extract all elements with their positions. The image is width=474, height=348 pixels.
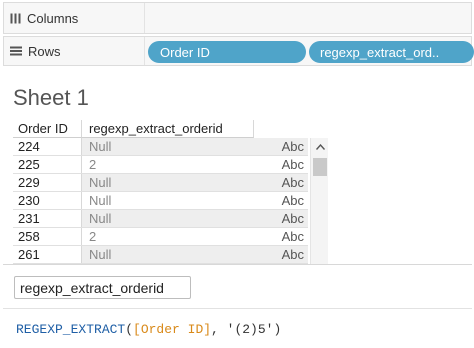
vertical-scrollbar[interactable] <box>310 138 328 264</box>
formula-function: REGEXP_EXTRACT <box>16 322 126 337</box>
extract-value-cell: 2 <box>89 229 97 244</box>
regexp-extract-pill[interactable]: regexp_extract_ord.. <box>309 41 474 63</box>
order-id-cell: 261 <box>13 246 82 263</box>
table-row[interactable]: 225 2 Abc <box>13 156 308 174</box>
order-id-pill[interactable]: Order ID <box>148 41 306 63</box>
rows-label: Rows <box>28 43 61 59</box>
divider <box>3 264 472 265</box>
column-header-regexp-extract[interactable]: regexp_extract_orderid <box>82 120 254 138</box>
divider <box>3 308 472 309</box>
table-row[interactable]: 230 Null Abc <box>13 192 308 210</box>
calc-formula-editor[interactable]: REGEXP_EXTRACT([Order ID], '(2)5') <box>16 322 281 337</box>
columns-shelf-label: Columns <box>4 3 145 33</box>
abc-cell: Abc <box>281 229 304 244</box>
columns-icon <box>10 13 21 24</box>
columns-shelf-dropzone[interactable] <box>145 3 471 33</box>
table-row[interactable]: 231 Null Abc <box>13 210 308 228</box>
formula-close-paren: ) <box>273 322 282 337</box>
table-row[interactable]: 261 Null Abc <box>13 246 308 264</box>
extract-value-cell: 2 <box>89 157 97 172</box>
columns-label: Columns <box>27 10 79 26</box>
formula-pattern-string: '(2)5' <box>226 322 274 337</box>
columns-shelf[interactable]: Columns <box>3 2 472 34</box>
abc-cell: Abc <box>260 174 308 191</box>
calc-name-field[interactable]: regexp_extract_orderid <box>14 276 191 299</box>
rows-shelf-dropzone[interactable]: Order ID regexp_extract_ord.. <box>145 37 474 65</box>
order-id-cell: 229 <box>13 174 82 191</box>
formula-field-ref: [Order ID] <box>133 322 212 337</box>
abc-cell: Abc <box>260 246 308 263</box>
extract-value-cell: Null <box>82 246 260 263</box>
formula-separator: , <box>211 322 227 337</box>
rows-shelf[interactable]: Rows Order ID regexp_extract_ord.. <box>3 36 474 66</box>
abc-cell: Abc <box>260 138 308 155</box>
extract-value-cell: Null <box>82 174 260 191</box>
rows-icon <box>10 46 22 56</box>
abc-cell: Abc <box>281 157 304 172</box>
order-id-cell: 230 <box>13 192 82 209</box>
order-id-cell: 231 <box>13 210 82 227</box>
rows-shelf-label: Rows <box>4 37 145 65</box>
scroll-up-icon[interactable] <box>311 138 329 155</box>
abc-cell: Abc <box>260 210 308 227</box>
column-header-order-id[interactable]: Order ID <box>13 120 82 138</box>
order-id-cell: 258 <box>13 228 82 245</box>
table-row[interactable]: 224 Null Abc <box>13 138 308 156</box>
formula-open-paren: ( <box>125 322 134 337</box>
scroll-thumb[interactable] <box>313 158 327 176</box>
order-id-cell: 224 <box>13 138 82 155</box>
extract-value-cell: Null <box>82 138 260 155</box>
table-row[interactable]: 229 Null Abc <box>13 174 308 192</box>
abc-cell: Abc <box>281 193 304 208</box>
data-grid: 224 Null Abc 225 2 Abc 229 Null Abc 230 … <box>13 138 308 264</box>
extract-value-cell: Null <box>89 193 112 208</box>
extract-value-cell: Null <box>82 210 260 227</box>
order-id-cell: 225 <box>13 156 82 173</box>
table-row[interactable]: 258 2 Abc <box>13 228 308 246</box>
sheet-title: Sheet 1 <box>13 85 89 110</box>
